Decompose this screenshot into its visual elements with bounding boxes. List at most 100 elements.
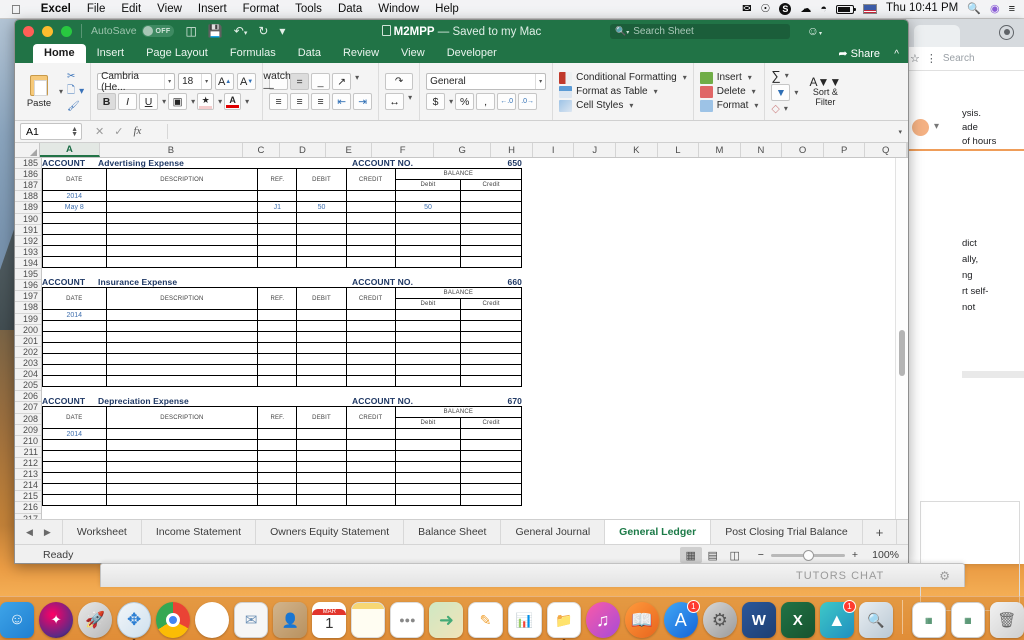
battery-icon[interactable]: [836, 4, 857, 14]
menu-clock[interactable]: Thu 10:41 PM: [886, 3, 958, 15]
format-as-table-button[interactable]: Format as Table ▾: [559, 85, 687, 98]
cell-balance-debit[interactable]: [394, 439, 462, 451]
cell-ref[interactable]: [257, 494, 298, 506]
cell-balance-credit[interactable]: [460, 201, 522, 213]
table-row[interactable]: [42, 375, 522, 387]
row-header-191[interactable]: 191: [15, 225, 41, 236]
cell-styles-button[interactable]: Cell Styles ▾: [559, 99, 687, 112]
spreadsheet-grid[interactable]: ABCDEFGHIJKLMNOPQ 185 186 187 188 189 190 191 1…: [15, 143, 908, 519]
merge-dropdown-arrow[interactable]: ▾: [408, 93, 412, 110]
cell-credit[interactable]: [345, 461, 396, 473]
normal-view-icon[interactable]: ▦: [679, 547, 702, 563]
cell-ref[interactable]: [257, 483, 298, 495]
cell-balance-credit[interactable]: [460, 212, 522, 224]
dock-item-reminders[interactable]: ●●●: [390, 602, 425, 638]
cell-balance-credit[interactable]: [460, 320, 522, 332]
dock-item-chrome[interactable]: [156, 602, 191, 638]
search-sheet-input[interactable]: 🔍▾ Search Sheet: [610, 24, 790, 39]
sheet-nav-buttons[interactable]: ◀ ▶: [15, 520, 62, 544]
dock-item-app-store[interactable]: A1: [663, 600, 700, 638]
sheet-tab-balance-sheet[interactable]: Balance Sheet: [403, 520, 500, 544]
underline-dropdown-arrow[interactable]: ▾: [162, 97, 166, 106]
cell-credit[interactable]: [345, 364, 396, 376]
cell-description[interactable]: [105, 494, 259, 506]
evernote-icon[interactable]: S: [779, 3, 792, 15]
table-row[interactable]: May 8 J1 50 50: [42, 201, 522, 213]
wifi-icon[interactable]: ◓: [820, 3, 827, 15]
bold-button[interactable]: B: [97, 93, 117, 110]
cell-balance-credit[interactable]: [460, 256, 522, 268]
comma-format-button[interactable]: ,: [476, 93, 496, 110]
column-header-p[interactable]: P: [824, 143, 866, 157]
column-header-f[interactable]: F: [372, 143, 435, 157]
collapse-ribbon-button[interactable]: ^: [894, 49, 899, 60]
fill-color-button[interactable]: ★: [197, 93, 215, 110]
table-row[interactable]: [42, 353, 522, 365]
cell-debit[interactable]: [296, 472, 347, 484]
align-middle-button[interactable]: =: [290, 73, 310, 90]
row-header-201[interactable]: 201: [15, 336, 41, 347]
cell-credit[interactable]: [345, 309, 396, 321]
cell-credit[interactable]: [345, 234, 396, 246]
cell-description[interactable]: [105, 201, 259, 213]
kebab-menu-icon[interactable]: ⋮: [926, 53, 937, 64]
cell-credit[interactable]: [345, 331, 396, 343]
close-window-button[interactable]: [23, 25, 34, 37]
align-center-button[interactable]: ≡: [290, 93, 310, 110]
cell-description[interactable]: [105, 190, 259, 202]
cell-debit[interactable]: [296, 364, 347, 376]
tab-view[interactable]: View: [390, 44, 436, 63]
copy-button[interactable]: 🗋 ▾: [67, 83, 84, 100]
sidebar-icon[interactable]: ◫: [185, 25, 196, 37]
control-center-icon[interactable]: ≡: [1009, 3, 1015, 15]
cell-credit[interactable]: [345, 342, 396, 354]
cell-ref[interactable]: [257, 331, 298, 343]
row-header-215[interactable]: 215: [15, 491, 41, 503]
cell-description[interactable]: [105, 450, 259, 462]
ledger-table[interactable]: DATE DESCRIPTION REF. DEBIT CREDIT BALAN…: [42, 168, 523, 268]
cell-description[interactable]: [105, 353, 259, 365]
column-header-l[interactable]: L: [658, 143, 700, 157]
row-header-195[interactable]: 195: [15, 269, 41, 281]
cell-description[interactable]: [105, 320, 259, 332]
cell-date[interactable]: 2014: [42, 428, 107, 440]
cell-description[interactable]: [105, 483, 259, 495]
table-row[interactable]: [42, 483, 522, 495]
table-row[interactable]: [42, 494, 522, 506]
cell-date[interactable]: [42, 331, 107, 343]
confirm-check-icon[interactable]: ✓: [114, 125, 123, 138]
cell-balance-debit[interactable]: [394, 494, 462, 506]
dock-item-safari[interactable]: ✥: [117, 602, 152, 640]
orientation-dropdown-arrow[interactable]: ▾: [355, 73, 359, 90]
conditional-formatting-button[interactable]: Conditional Formatting ▾: [559, 71, 687, 84]
cell-credit[interactable]: [345, 256, 396, 268]
cell-description[interactable]: [105, 472, 259, 484]
cell-debit[interactable]: [296, 483, 347, 495]
row-header-186[interactable]: 186: [15, 169, 41, 181]
column-header-q[interactable]: Q: [865, 143, 907, 157]
row-header-206[interactable]: 206: [15, 391, 41, 403]
dock-minimized-excel-doc-1[interactable]: ▦: [911, 602, 946, 638]
cell-balance-debit[interactable]: [394, 450, 462, 462]
fx-icon[interactable]: fx: [133, 125, 141, 138]
gear-icon[interactable]: ⚙: [939, 569, 950, 583]
tab-developer[interactable]: Developer: [436, 44, 508, 63]
cell-ref[interactable]: [257, 245, 298, 257]
cell-ref[interactable]: [257, 234, 298, 246]
dock-item-contacts[interactable]: 👤: [273, 602, 308, 638]
cell-balance-credit[interactable]: [460, 483, 522, 495]
apple-logo-icon[interactable]: : [11, 3, 21, 16]
cell-credit[interactable]: [345, 439, 396, 451]
increase-font-size-button[interactable]: A ▲: [215, 73, 235, 90]
cell-balance-debit[interactable]: [394, 223, 462, 235]
select-all-corner[interactable]: [15, 143, 40, 157]
cell-description[interactable]: [105, 364, 259, 376]
column-header-d[interactable]: D: [280, 143, 327, 157]
tutors-chat-bar[interactable]: TUTORS CHAT ⚙: [100, 563, 965, 587]
cell-debit[interactable]: [296, 320, 347, 332]
cell-balance-debit[interactable]: [394, 331, 462, 343]
row-header-205[interactable]: 205: [15, 380, 41, 392]
row-header-190[interactable]: 190: [15, 214, 41, 225]
table-row[interactable]: [42, 245, 522, 257]
row-header-185[interactable]: 185: [15, 158, 41, 170]
